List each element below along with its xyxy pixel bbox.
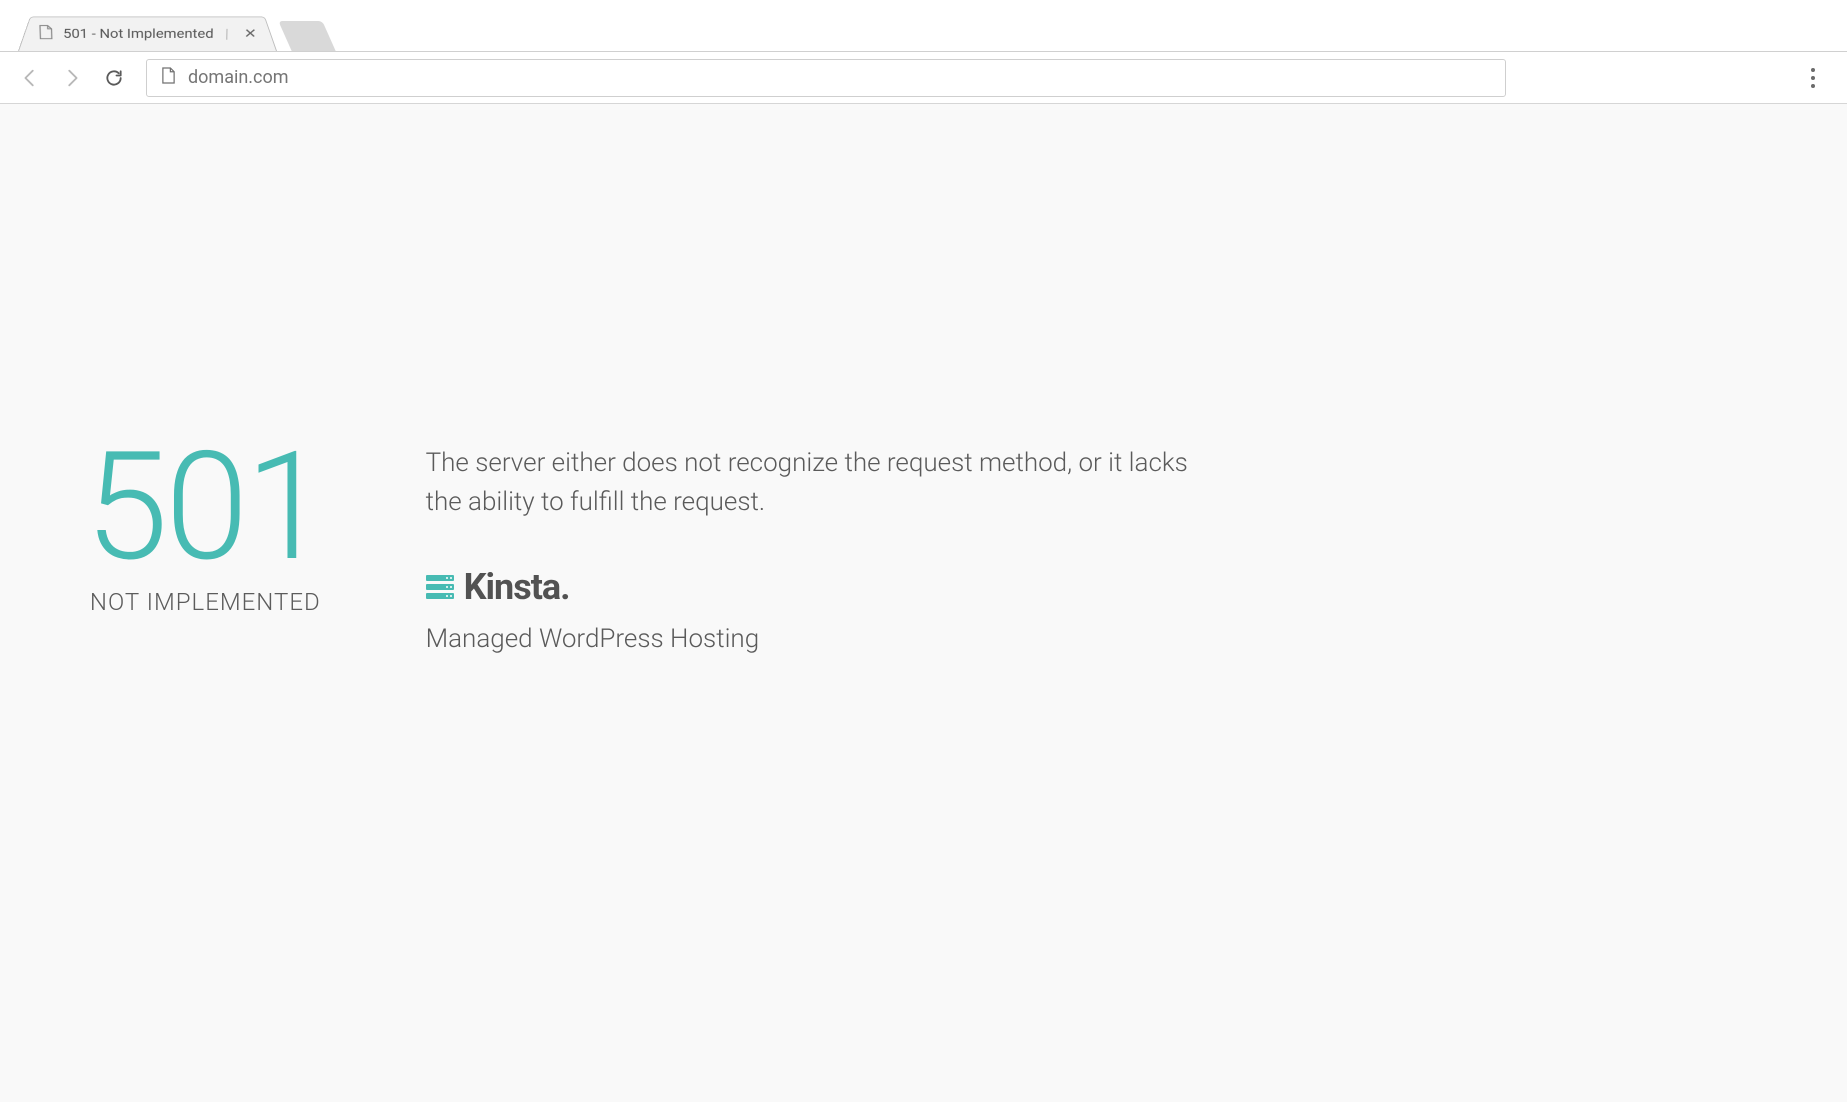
brand-name: Kinsta. — [464, 566, 570, 608]
server-icon — [426, 572, 454, 602]
tab-close-icon[interactable]: ✕ — [244, 27, 257, 40]
page-icon — [38, 24, 54, 42]
brand-subtitle: Managed WordPress Hosting — [426, 624, 1206, 654]
error-right: The server either does not recognize the… — [426, 432, 1206, 654]
page-content: 501 NOT IMPLEMENTED The server either do… — [0, 104, 1847, 1102]
tab-title: 501 - Not Implemented — [63, 26, 214, 41]
tab-divider: | — [225, 26, 229, 41]
new-tab-button[interactable] — [278, 21, 335, 51]
tab-strip: 501 - Not Implemented | ✕ — [0, 0, 1847, 52]
reload-button[interactable] — [98, 62, 130, 94]
browser-tab[interactable]: 501 - Not Implemented | ✕ — [18, 17, 277, 51]
forward-button[interactable] — [56, 62, 88, 94]
brand-logo: Kinsta. — [426, 566, 1206, 608]
back-button[interactable] — [14, 62, 46, 94]
error-left: 501 NOT IMPLEMENTED — [85, 432, 326, 616]
address-bar[interactable]: domain.com — [146, 59, 1506, 97]
browser-toolbar: domain.com — [0, 52, 1847, 104]
error-code: 501 — [85, 432, 326, 582]
error-container: 501 NOT IMPLEMENTED The server either do… — [85, 432, 1206, 654]
error-description: The server either does not recognize the… — [426, 444, 1206, 522]
browser-menu-button[interactable] — [1793, 58, 1833, 98]
error-label: NOT IMPLEMENTED — [85, 588, 326, 616]
kebab-icon — [1811, 68, 1815, 88]
url-text[interactable]: domain.com — [188, 67, 1491, 88]
site-info-icon[interactable] — [161, 67, 176, 88]
